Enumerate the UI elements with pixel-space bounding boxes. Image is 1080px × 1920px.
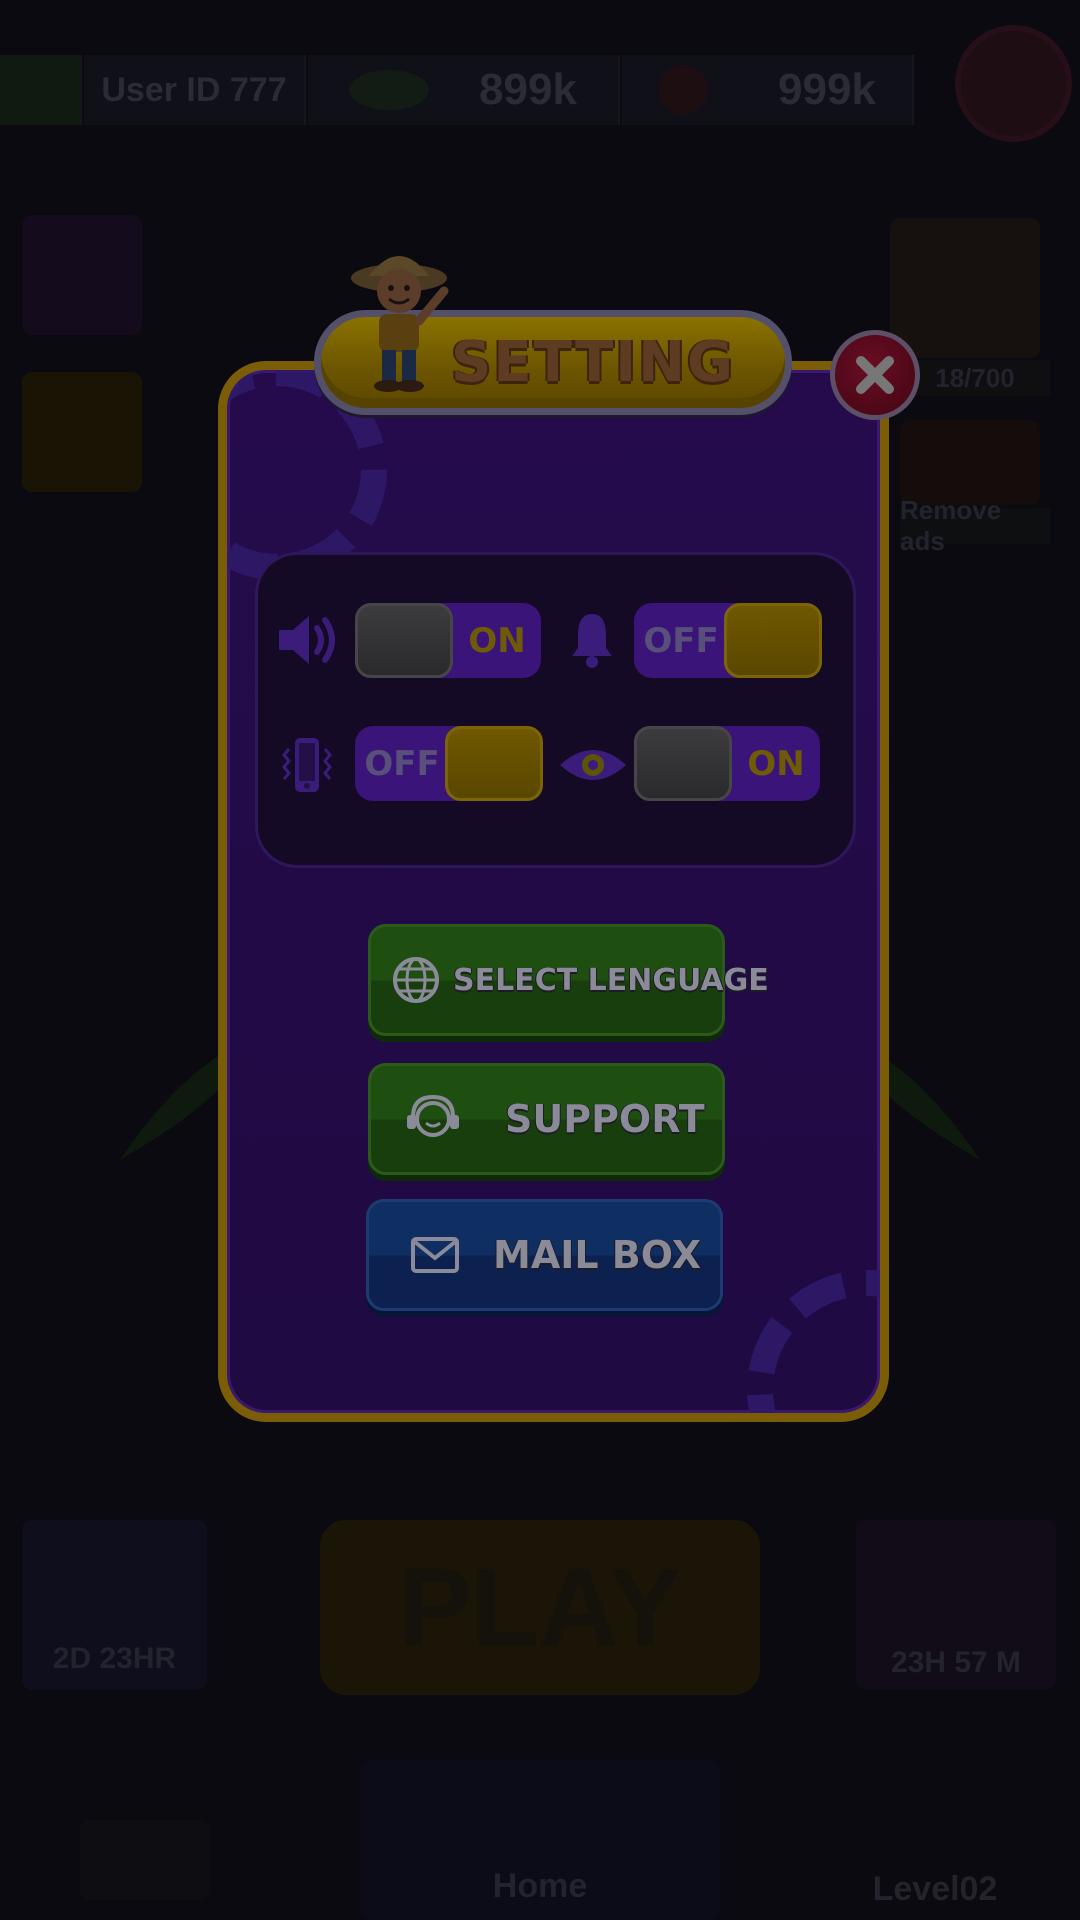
vibration-icon	[282, 738, 332, 792]
progress-counter: 18/700	[900, 360, 1050, 396]
toggle-knob	[634, 726, 732, 801]
daily-task-card[interactable]	[22, 215, 142, 335]
play-label: PLAY	[398, 1546, 682, 1669]
nav-level-label: Level02	[872, 1870, 998, 1908]
select-language-button[interactable]: SELECT LENGUAGE	[368, 924, 769, 1036]
sound-toggle[interactable]: ON	[355, 603, 541, 678]
player-logo	[0, 55, 82, 125]
close-icon	[856, 356, 894, 394]
support-button[interactable]: SUPPORT	[368, 1063, 725, 1175]
gem-icon	[658, 65, 709, 115]
tournament-timer: 2D 23HR	[52, 1642, 177, 1675]
gems-counter[interactable]: 999k	[622, 55, 914, 125]
button-label: SELECT LENGUAGE	[453, 962, 769, 998]
event-timer: 23H 57 M	[890, 1646, 1022, 1679]
remove-ads-label: Remove ads	[900, 495, 1050, 556]
page-title: SETTING	[451, 329, 735, 395]
gems-value: 999k	[778, 65, 876, 114]
button-label: MAIL BOX	[493, 1233, 702, 1277]
headset-icon	[407, 1094, 459, 1137]
video-card[interactable]	[22, 372, 142, 492]
mail-icon	[411, 1237, 459, 1273]
reward-chest[interactable]	[890, 218, 1040, 358]
settings-gear-icon[interactable]	[955, 25, 1072, 142]
nav-home-tab[interactable]: Home	[360, 1760, 720, 1920]
nav-shop-icon[interactable]	[80, 1820, 210, 1900]
mail-box-button[interactable]: MAIL BOX	[366, 1199, 723, 1311]
toggle-state-label: OFF	[643, 620, 719, 661]
vibration-toggle[interactable]: OFF	[355, 726, 543, 801]
coins-icon	[349, 70, 430, 110]
toggle-knob	[445, 726, 543, 801]
poker-chip-decoration	[747, 1270, 880, 1413]
toggle-knob	[724, 603, 822, 678]
bell-icon	[572, 614, 612, 668]
coins-value: 899k	[479, 65, 577, 114]
top-status-bar: User ID 777 899k 999k	[0, 55, 1080, 125]
toggle-settings-group	[255, 552, 856, 868]
globe-icon	[393, 957, 439, 1003]
button-label: SUPPORT	[505, 1097, 705, 1141]
user-id-label: User ID 777	[84, 55, 306, 125]
explorer-mascot-icon	[351, 256, 449, 392]
toggle-state-label: ON	[747, 743, 805, 784]
speaker-icon	[279, 616, 335, 664]
nav-home-label: Home	[492, 1867, 588, 1905]
toggle-state-label: ON	[468, 620, 526, 661]
visibility-toggle[interactable]: ON	[634, 726, 820, 801]
coins-counter[interactable]: 899k	[308, 55, 620, 125]
play-button[interactable]: PLAY	[320, 1520, 760, 1695]
close-button[interactable]	[830, 330, 920, 420]
toggle-state-label: OFF	[364, 743, 440, 784]
eye-icon	[560, 750, 626, 780]
notification-toggle[interactable]: OFF	[634, 603, 822, 678]
no-ads-badge-icon[interactable]	[900, 420, 1040, 505]
toggle-knob	[355, 603, 453, 678]
